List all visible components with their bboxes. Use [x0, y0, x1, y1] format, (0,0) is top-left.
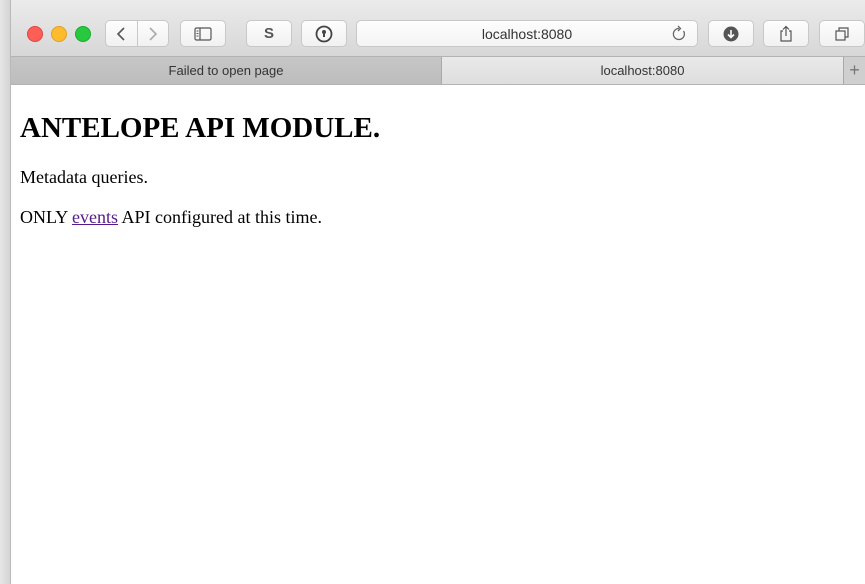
events-link[interactable]: events — [72, 207, 118, 227]
share-icon — [780, 25, 792, 42]
tab-failed-to-open[interactable]: Failed to open page — [11, 57, 442, 84]
downloads-button[interactable] — [708, 20, 754, 47]
download-icon — [723, 26, 739, 41]
extension-s-button[interactable]: S — [246, 20, 292, 47]
plus-icon: + — [849, 60, 860, 80]
navigation-buttons — [105, 20, 169, 47]
address-bar[interactable]: localhost:8080 — [356, 20, 698, 47]
tab-label: localhost:8080 — [600, 63, 685, 78]
config-text-after: API configured at this time. — [118, 207, 322, 227]
chevron-right-icon — [149, 26, 157, 41]
share-button[interactable] — [763, 20, 809, 47]
chevron-left-icon — [117, 26, 125, 41]
config-text-before: ONLY — [20, 207, 73, 227]
back-button[interactable] — [106, 21, 137, 46]
address-text: localhost:8080 — [481, 26, 573, 42]
close-window-button[interactable] — [27, 26, 43, 42]
sidebar-icon — [194, 26, 212, 41]
tabs-overview-icon — [835, 26, 849, 41]
page-content: ANTELOPE API MODULE. Metadata queries. O… — [11, 85, 865, 584]
tab-overview-button[interactable] — [819, 20, 865, 47]
reload-icon[interactable] — [670, 24, 688, 44]
new-tab-button[interactable]: + — [844, 57, 865, 84]
keyhole-icon — [315, 25, 333, 42]
tab-label: Failed to open page — [168, 63, 284, 78]
sidebar-button[interactable] — [180, 20, 226, 47]
tab-localhost[interactable]: localhost:8080 — [442, 57, 844, 84]
window-edge — [0, 0, 11, 584]
page-heading: ANTELOPE API MODULE. — [20, 112, 381, 144]
tab-bar: Failed to open page localhost:8080 + — [11, 57, 865, 85]
browser-window: S localhost:8080 Failed to open page loc… — [11, 0, 865, 584]
config-text: ONLY events API configured at this time. — [20, 206, 856, 228]
forward-button[interactable] — [136, 21, 169, 46]
metadata-text: Metadata queries. — [20, 167, 148, 187]
toolbar: S localhost:8080 — [11, 0, 865, 57]
extension-s-label: S — [263, 25, 274, 42]
minimize-window-button[interactable] — [51, 26, 67, 42]
password-manager-button[interactable] — [301, 20, 347, 47]
zoom-window-button[interactable] — [75, 26, 91, 42]
